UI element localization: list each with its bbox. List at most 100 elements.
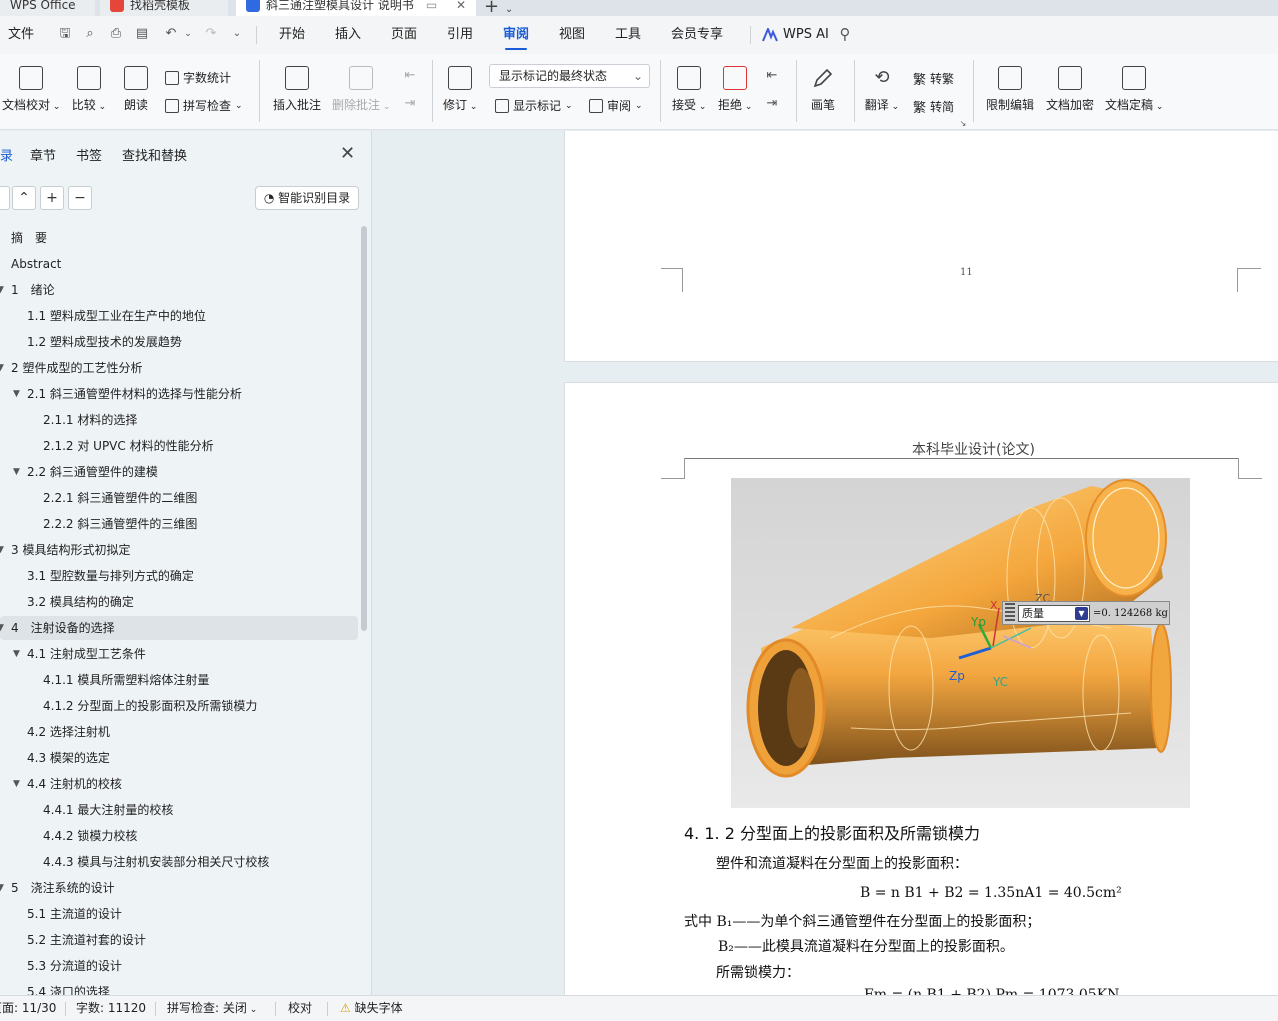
- toc-item[interactable]: ▼ 2 塑件成型的工艺性分析: [0, 356, 358, 380]
- toc-item[interactable]: 4.2 选择注射机: [0, 720, 358, 744]
- toc-item[interactable]: ▼ 1 绪论: [0, 278, 358, 302]
- track-changes-button[interactable]: 修订 ⌄: [443, 66, 477, 113]
- toc-item[interactable]: 4.4.2 锁模力校核: [0, 824, 358, 848]
- menu-insert[interactable]: 插入: [335, 16, 361, 54]
- print-preview-icon[interactable]: ▤: [134, 26, 150, 42]
- toc-item[interactable]: 4.4.1 最大注射量的校核: [0, 798, 358, 822]
- print-icon[interactable]: ⎙: [108, 26, 124, 42]
- review-pane-button[interactable]: 审阅 ⌄: [589, 97, 643, 114]
- insert-comment-button[interactable]: 插入批注: [272, 66, 322, 113]
- undo-icon[interactable]: ↶: [163, 26, 179, 42]
- compare-button[interactable]: 比较 ⌄: [70, 66, 108, 113]
- remove-level-button[interactable]: −: [68, 186, 92, 210]
- prev-change-icon[interactable]: ⇤: [764, 68, 780, 84]
- file-menu[interactable]: 文件: [8, 16, 34, 54]
- show-markup-button[interactable]: 显示标记 ⌄: [495, 97, 573, 114]
- wps-ai-button[interactable]: WPS AI: [762, 16, 829, 54]
- toc-item[interactable]: ▼ 4.1 注射成型工艺条件: [0, 642, 358, 666]
- redo-icon[interactable]: ↷: [203, 26, 219, 42]
- menu-tools[interactable]: 工具: [615, 16, 641, 54]
- expand-toggle-icon[interactable]: ▼: [0, 278, 4, 302]
- word-count[interactable]: 字数: 11120: [76, 996, 146, 1020]
- toc-item[interactable]: 摘 要: [0, 226, 358, 250]
- expand-toggle-icon[interactable]: ▼: [0, 356, 4, 380]
- toc-item[interactable]: ▼ 5 浇注系统的设计: [0, 876, 358, 900]
- menu-member[interactable]: 会员专享: [671, 16, 723, 54]
- doc-proof-button[interactable]: 文档校对 ⌄: [2, 66, 60, 113]
- expand-toggle-icon[interactable]: ▼: [13, 460, 20, 484]
- finalize-button[interactable]: 文档定稿 ⌄: [1105, 66, 1163, 113]
- read-aloud-button[interactable]: 朗读: [122, 66, 150, 113]
- nav-tab-toc[interactable]: 录: [0, 145, 13, 164]
- encrypt-button[interactable]: 文档加密: [1045, 66, 1095, 113]
- toc-item[interactable]: 4.1.1 模具所需塑料熔体注射量: [0, 668, 358, 692]
- expand-toggle-icon[interactable]: ▼: [0, 876, 4, 900]
- toc-item[interactable]: ▼ 3 模具结构形式初拟定: [0, 538, 358, 562]
- mass-property-select[interactable]: 质量 ▼: [1018, 604, 1090, 622]
- next-comment-icon[interactable]: ⇥: [402, 96, 418, 112]
- delete-comment-button[interactable]: 删除批注 ⌄: [332, 66, 390, 113]
- toc-item[interactable]: 4.4.3 模具与注射机安装部分相关尺寸校核: [0, 850, 358, 874]
- to-simplified-button[interactable]: 繁转简: [913, 97, 954, 116]
- undo-dropdown-icon[interactable]: ⌄: [180, 26, 196, 42]
- tab-wps-office[interactable]: WPS Office: [0, 0, 95, 16]
- toc-item[interactable]: 4.1.2 分型面上的投影面积及所需锁模力: [0, 694, 358, 718]
- toc-item[interactable]: 5.3 分流道的设计: [0, 954, 358, 978]
- prev-comment-icon[interactable]: ⇤: [402, 68, 418, 84]
- restrict-edit-button[interactable]: 限制编辑: [985, 66, 1035, 113]
- toc-item[interactable]: 4.3 模架的选定: [0, 746, 358, 770]
- nav-tab-chapters[interactable]: 章节: [30, 145, 56, 164]
- grip-handle-icon[interactable]: [1005, 603, 1015, 623]
- accept-button[interactable]: 接受 ⌄: [672, 66, 706, 113]
- toc-item[interactable]: ▼ 2.2 斜三通管塑件的建模: [0, 460, 358, 484]
- expand-toggle-icon[interactable]: ▼: [0, 538, 4, 562]
- spell-check-status[interactable]: 拼写检查: 关闭 ⌄: [167, 996, 257, 1021]
- toc-item[interactable]: 2.1.2 对 UPVC 材料的性能分析: [0, 434, 358, 458]
- ai-toc-button[interactable]: ◔ 智能识别目录: [255, 186, 359, 210]
- tab-document[interactable]: 斜三通注塑模具设计 说明书 ▭ ✕: [236, 0, 476, 16]
- search-icon[interactable]: ⚲: [837, 26, 853, 42]
- expand-toggle-icon[interactable]: ▼: [13, 382, 20, 406]
- menu-page[interactable]: 页面: [391, 16, 417, 54]
- menu-review[interactable]: 审阅: [503, 16, 529, 54]
- toc-item[interactable]: ▼ 4.4 注射机的校核: [0, 772, 358, 796]
- export-pdf-icon[interactable]: ⌕: [82, 26, 98, 42]
- close-tab-icon[interactable]: ✕: [456, 0, 466, 15]
- tab-template[interactable]: 找稻壳模板: [100, 0, 228, 16]
- proofread-status[interactable]: 校对: [288, 996, 312, 1020]
- new-tab-icon[interactable]: + ⌄: [484, 0, 513, 16]
- menu-references[interactable]: 引用: [447, 16, 473, 54]
- translate-button[interactable]: ⟲ 翻译 ⌄: [864, 66, 900, 113]
- toc-item[interactable]: Abstract: [0, 252, 358, 276]
- spell-check-button[interactable]: 拼写检查 ⌄: [165, 97, 243, 114]
- save-icon[interactable]: 🖫: [57, 26, 73, 42]
- missing-font-status[interactable]: ⚠ 缺失字体: [340, 996, 403, 1020]
- menu-start[interactable]: 开始: [279, 16, 305, 54]
- toc-item[interactable]: 1.1 塑料成型工业在生产中的地位: [0, 304, 358, 328]
- toc-item[interactable]: ▼ 2.1 斜三通管塑件材料的选择与性能分析: [0, 382, 358, 406]
- nav-tab-bookmarks[interactable]: 书签: [76, 145, 102, 164]
- toc-item[interactable]: 1.2 塑料成型技术的发展趋势: [0, 330, 358, 354]
- toc-item[interactable]: 2.1.1 材料的选择: [0, 408, 358, 432]
- reject-button[interactable]: 拒绝 ⌄: [718, 66, 752, 113]
- toc-item[interactable]: 2.2.1 斜三通管塑件的二维图: [0, 486, 358, 510]
- to-traditional-button[interactable]: 繁转繁: [913, 69, 954, 88]
- markup-mode-select[interactable]: 显示标记的最终状态 ⌄: [489, 64, 650, 88]
- move-up-button[interactable]: ⌃: [12, 186, 36, 210]
- toc-item[interactable]: 5.2 主流道衬套的设计: [0, 928, 358, 952]
- expand-toggle-icon[interactable]: ▼: [13, 642, 20, 666]
- close-icon[interactable]: ✕: [340, 143, 355, 164]
- toc-item[interactable]: 3.1 型腔数量与排列方式的确定: [0, 564, 358, 588]
- pen-button[interactable]: 画笔: [808, 66, 838, 113]
- collapse-left-button[interactable]: [0, 186, 10, 210]
- word-count-button[interactable]: 字数统计: [165, 69, 231, 86]
- more-dropdown-icon[interactable]: ⌄: [229, 26, 245, 42]
- nav-scrollbar[interactable]: [361, 226, 367, 631]
- page-indicator[interactable]: 页面: 11/30: [0, 996, 56, 1020]
- monitor-icon[interactable]: ▭: [426, 0, 437, 15]
- add-level-button[interactable]: +: [40, 186, 64, 210]
- nav-tab-find-replace[interactable]: 查找和替换: [122, 145, 187, 164]
- expand-toggle-icon[interactable]: ▼: [13, 772, 20, 796]
- toc-item[interactable]: 2.2.2 斜三通管塑件的三维图: [0, 512, 358, 536]
- toc-item[interactable]: 5.1 主流道的设计: [0, 902, 358, 926]
